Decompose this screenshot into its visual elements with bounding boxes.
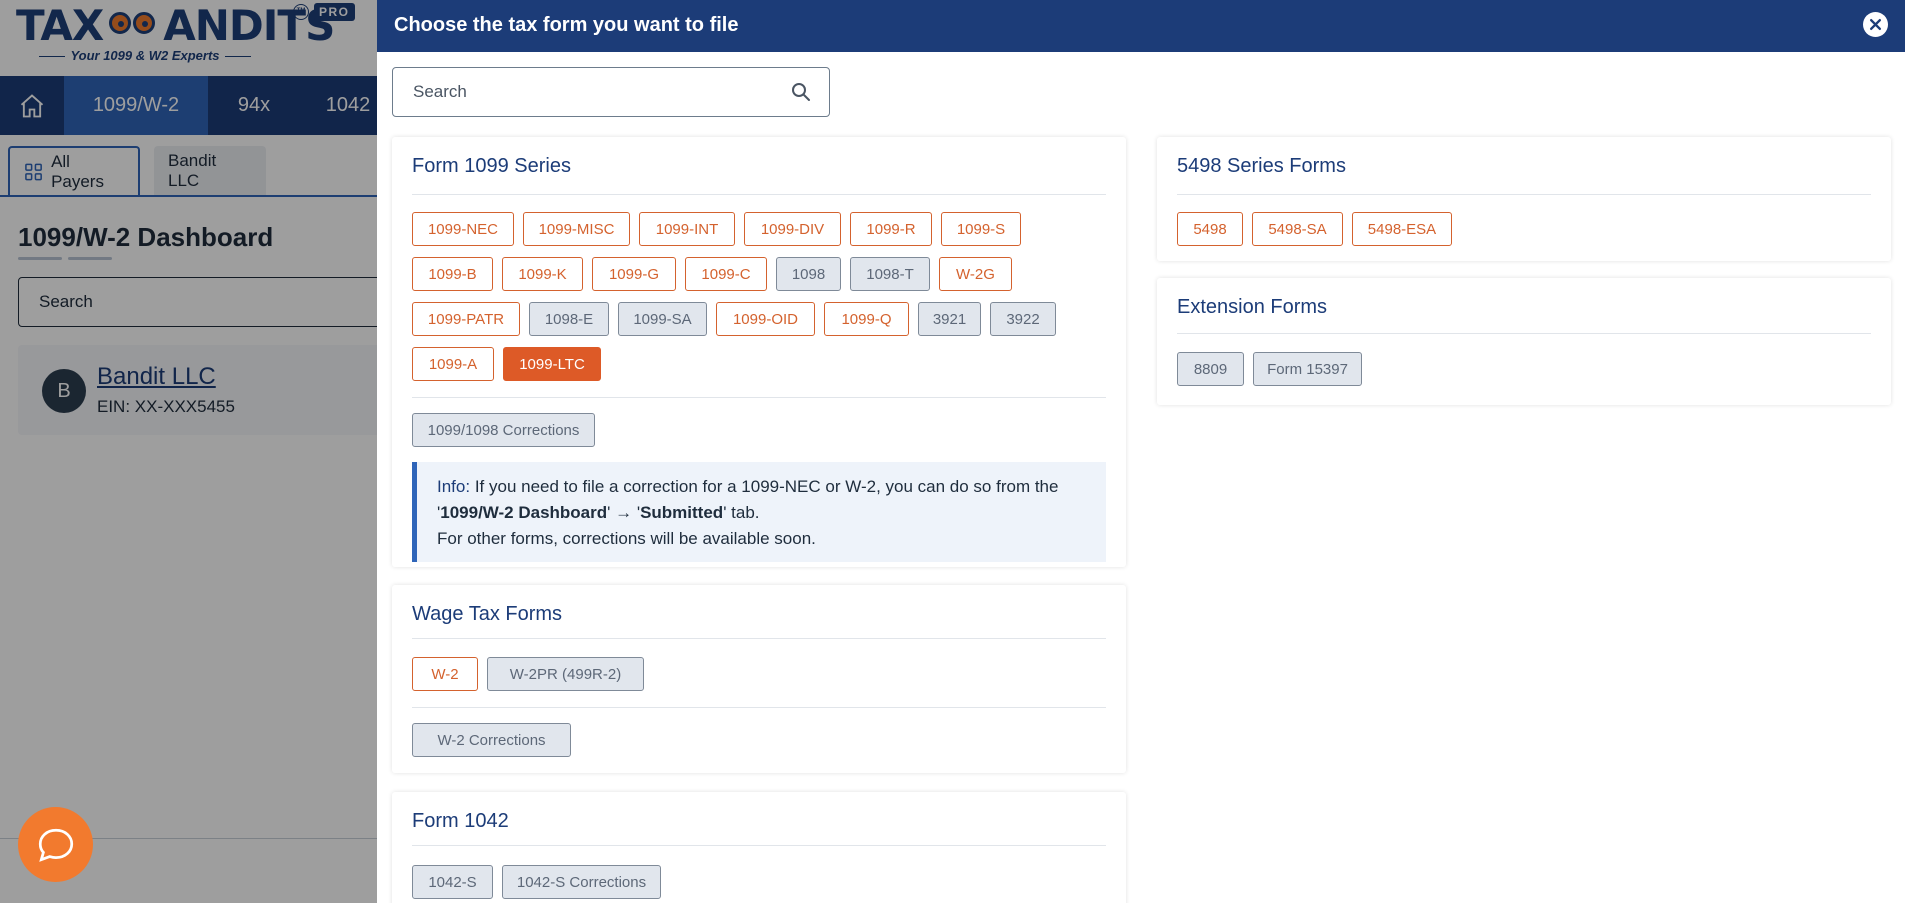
form-chip-1098[interactable]: 1098	[776, 257, 841, 291]
panel-title: Wage Tax Forms	[412, 603, 563, 625]
panel-divider	[412, 638, 1106, 639]
info-text: If you need to file a correction for a 1…	[470, 477, 1059, 496]
info-dashboard-ref: 1099/W-2 Dashboard	[440, 503, 608, 522]
panel-title: Form 1099 Series	[412, 155, 571, 177]
panel-wage-tax-forms: Wage Tax Forms W-2 W-2PR (499R-2) W-2 Co…	[392, 585, 1126, 773]
info-text-2: For other forms, corrections will be ava…	[437, 529, 816, 548]
w2-corrections-button[interactable]: W-2 Corrections	[412, 723, 571, 757]
form-chip-1099-q[interactable]: 1099-Q	[824, 302, 909, 336]
form-chip-8809[interactable]: 8809	[1177, 352, 1244, 386]
form-chip-1099-ltc[interactable]: 1099-LTC	[503, 347, 601, 381]
panel-form-1042: Form 1042 1042-S 1042-S Corrections	[392, 792, 1126, 903]
panel-extension-forms: Extension Forms 8809 Form 15397	[1157, 278, 1891, 405]
form-chip-1099-int[interactable]: 1099-INT	[639, 212, 735, 246]
form-chip-1099-r[interactable]: 1099-R	[850, 212, 932, 246]
drawer-header: Choose the tax form you want to file	[377, 0, 1905, 52]
choose-tax-form-drawer: Choose the tax form you want to file For…	[377, 0, 1905, 903]
form-chip-1099-nec[interactable]: 1099-NEC	[412, 212, 514, 246]
chat-icon	[38, 828, 73, 862]
form-chip-1099-div[interactable]: 1099-DIV	[744, 212, 841, 246]
form-chip-5498-esa[interactable]: 5498-ESA	[1352, 212, 1452, 246]
form-search-input[interactable]	[393, 68, 773, 115]
panel-divider	[412, 194, 1106, 195]
panel-1099-series: Form 1099 Series 1099-NEC 1099-MISC 1099…	[392, 137, 1126, 567]
form-chip-1099-sa[interactable]: 1099-SA	[618, 302, 707, 336]
form-chip-1042-s[interactable]: 1042-S	[412, 865, 493, 899]
panel-divider	[1177, 333, 1871, 334]
info-submitted-ref: Submitted	[640, 503, 724, 522]
arrow-right-icon: ' → '	[607, 503, 641, 522]
panel-divider	[1177, 194, 1871, 195]
form-chip-1099-oid[interactable]: 1099-OID	[716, 302, 815, 336]
close-button[interactable]	[1863, 12, 1888, 37]
form-chip-form-15397[interactable]: Form 15397	[1253, 352, 1362, 386]
form-search-box	[392, 67, 830, 117]
form-chip-1099-patr[interactable]: 1099-PATR	[412, 302, 520, 336]
form-chip-1042-s-corrections[interactable]: 1042-S Corrections	[502, 865, 661, 899]
form-chip-5498[interactable]: 5498	[1177, 212, 1243, 246]
form-chip-1099-k[interactable]: 1099-K	[502, 257, 583, 291]
corrections-info-box: Info: If you need to file a correction f…	[412, 462, 1106, 562]
corrections-1099-1098-button[interactable]: 1099/1098 Corrections	[412, 413, 595, 447]
form-chip-1099-misc[interactable]: 1099-MISC	[523, 212, 630, 246]
panel-title: Form 1042	[412, 810, 509, 832]
form-chip-1099-g[interactable]: 1099-G	[592, 257, 676, 291]
info-label: Info:	[437, 477, 471, 496]
form-chip-w-2g[interactable]: W-2G	[939, 257, 1012, 291]
panel-title: Extension Forms	[1177, 296, 1328, 318]
chat-button[interactable]	[18, 807, 93, 882]
panel-5498-series: 5498 Series Forms 5498 5498-SA 5498-ESA	[1157, 137, 1891, 261]
form-chip-w-2pr[interactable]: W-2PR (499R-2)	[487, 657, 644, 691]
form-chip-1099-a[interactable]: 1099-A	[412, 347, 494, 381]
form-chip-3921[interactable]: 3921	[918, 302, 981, 336]
form-chip-1098-e[interactable]: 1098-E	[529, 302, 609, 336]
form-chip-3922[interactable]: 3922	[990, 302, 1056, 336]
close-icon	[1869, 18, 1882, 31]
panel-divider	[412, 707, 1106, 708]
panel-divider	[412, 845, 1106, 846]
form-chip-1099-b[interactable]: 1099-B	[412, 257, 493, 291]
form-chip-w-2[interactable]: W-2	[412, 657, 478, 691]
form-chip-5498-sa[interactable]: 5498-SA	[1252, 212, 1343, 246]
search-icon[interactable]	[791, 82, 811, 102]
form-chip-1098-t[interactable]: 1098-T	[850, 257, 930, 291]
form-chip-1099-s[interactable]: 1099-S	[941, 212, 1021, 246]
drawer-title: Choose the tax form you want to file	[394, 14, 739, 36]
panel-divider	[412, 397, 1106, 398]
form-chip-1099-c[interactable]: 1099-C	[685, 257, 767, 291]
panel-title: 5498 Series Forms	[1177, 155, 1346, 177]
